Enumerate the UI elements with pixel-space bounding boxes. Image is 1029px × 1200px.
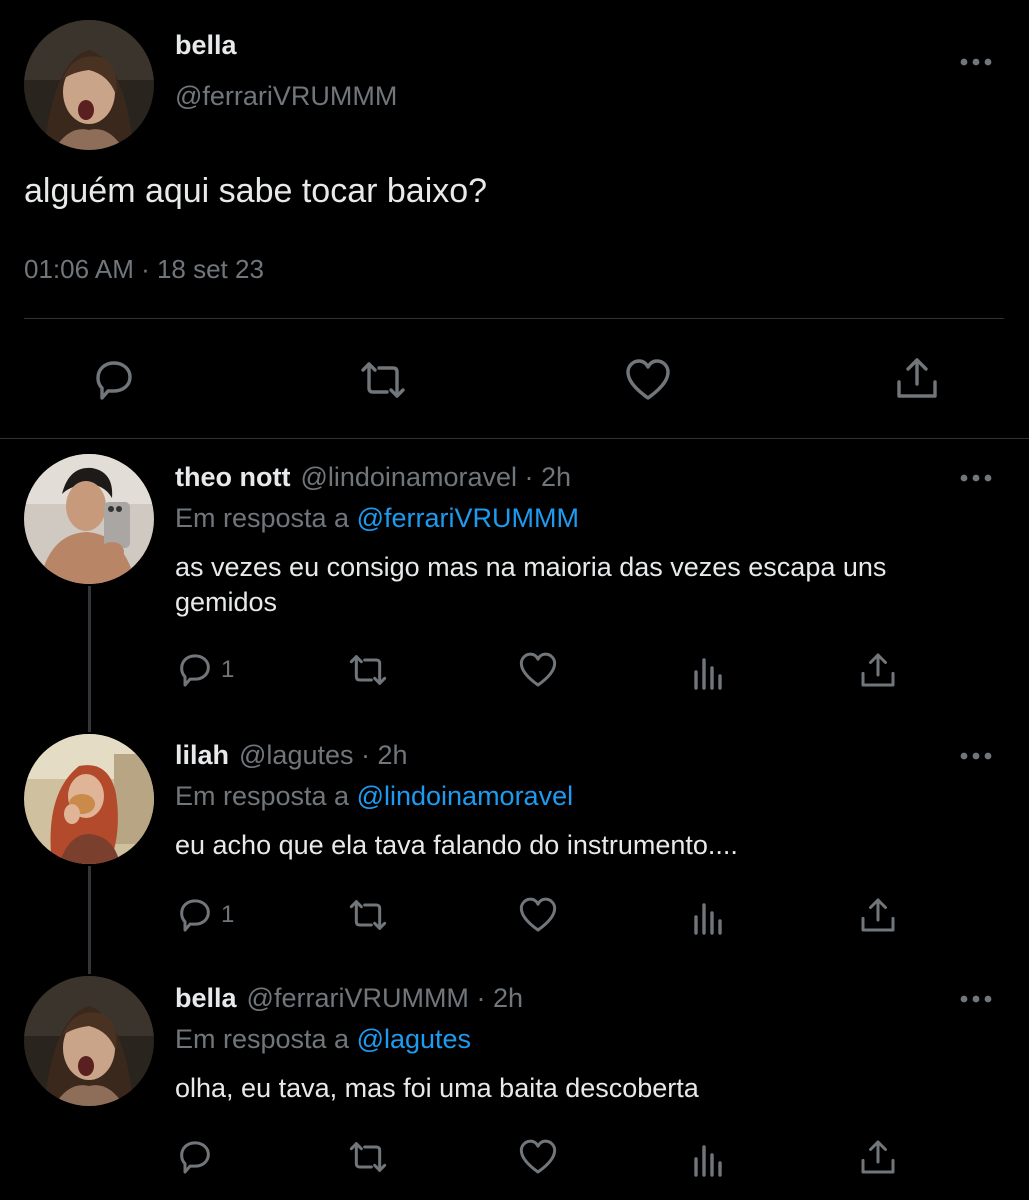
reply-icon: [90, 356, 138, 404]
heart-icon: [518, 895, 558, 935]
reply-text: eu acho que ela tava falando do instrume…: [175, 830, 738, 860]
replying-to-label: Em resposta a: [175, 781, 357, 811]
author-handle[interactable]: @lagutes: [239, 740, 353, 770]
share-button[interactable]: [893, 354, 941, 402]
share-icon: [858, 1137, 898, 1177]
reply-text: olha, eu tava, mas foi uma baita descobe…: [175, 1073, 699, 1103]
analytics-button[interactable]: [690, 652, 730, 692]
reply-button[interactable]: [175, 1137, 221, 1177]
reply-button[interactable]: [90, 356, 138, 404]
reply-time[interactable]: 2h: [493, 983, 523, 1013]
tweet-timestamp[interactable]: 01:06 AM · 18 set 23: [24, 254, 264, 285]
more-options-icon[interactable]: [956, 987, 996, 1011]
reply-time[interactable]: 2h: [378, 740, 408, 770]
author-handle[interactable]: @ferrariVRUMMM: [175, 81, 397, 112]
more-options-icon[interactable]: [956, 466, 996, 490]
author-name[interactable]: bella: [175, 30, 237, 61]
replying-to-label: Em resposta a: [175, 1024, 357, 1054]
divider: [0, 438, 1029, 439]
share-icon: [858, 895, 898, 935]
analytics-button[interactable]: [690, 1139, 730, 1179]
heart-icon: [518, 1137, 558, 1177]
more-options-icon[interactable]: [956, 50, 996, 74]
divider: [24, 318, 1004, 319]
analytics-icon: [690, 1139, 730, 1179]
retweet-button[interactable]: [346, 895, 390, 935]
share-icon: [893, 354, 941, 402]
reply-button[interactable]: 1: [175, 895, 234, 935]
retweet-button[interactable]: [346, 1137, 390, 1177]
thread-line: [88, 586, 91, 732]
like-button[interactable]: [518, 895, 558, 935]
analytics-icon: [690, 652, 730, 692]
avatar[interactable]: [24, 454, 154, 584]
mention-link[interactable]: @lindoinamoravel: [357, 781, 574, 811]
heart-icon: [624, 356, 672, 404]
reply-text: as vezes eu consigo mas na maioria das v…: [175, 552, 887, 617]
reply-icon: [175, 650, 215, 690]
separator-dot: ·: [516, 462, 541, 492]
replying-to: Em resposta a @ferrariVRUMMM: [175, 503, 579, 534]
reply-header: theo nott @lindoinamoravel · 2h: [175, 462, 571, 493]
analytics-icon: [690, 897, 730, 937]
share-button[interactable]: [858, 650, 898, 690]
share-button[interactable]: [858, 1137, 898, 1177]
tweet-text: alguém aqui sabe tocar baixo?: [24, 172, 488, 210]
reply-header: bella @ferrariVRUMMM · 2h: [175, 983, 523, 1014]
replying-to: Em resposta a @lindoinamoravel: [175, 781, 573, 812]
reply-header: lilah @lagutes · 2h: [175, 740, 408, 771]
reply-icon: [175, 895, 215, 935]
separator-dot: ·: [468, 983, 493, 1013]
mention-link[interactable]: @ferrariVRUMMM: [357, 503, 579, 533]
author-handle[interactable]: @lindoinamoravel: [300, 462, 517, 492]
retweet-icon: [357, 356, 409, 404]
share-button[interactable]: [858, 895, 898, 935]
retweet-icon: [346, 1137, 390, 1177]
author-name[interactable]: lilah: [175, 740, 229, 770]
like-button[interactable]: [518, 1137, 558, 1177]
like-button[interactable]: [624, 356, 672, 404]
retweet-button[interactable]: [357, 356, 409, 404]
analytics-button[interactable]: [690, 897, 730, 937]
share-icon: [858, 650, 898, 690]
mention-link[interactable]: @lagutes: [357, 1024, 471, 1054]
thread-line: [88, 866, 91, 974]
avatar[interactable]: [24, 20, 154, 150]
replying-to-label: Em resposta a: [175, 503, 357, 533]
like-button[interactable]: [518, 650, 558, 690]
author-handle[interactable]: @ferrariVRUMMM: [247, 983, 469, 1013]
author-name[interactable]: theo nott: [175, 462, 290, 492]
tweet-thread-page: bella @ferrariVRUMMM alguém aqui sabe to…: [0, 0, 1029, 1200]
avatar[interactable]: [24, 976, 154, 1106]
avatar[interactable]: [24, 734, 154, 864]
separator-dot: ·: [353, 740, 378, 770]
reply-button[interactable]: 1: [175, 650, 234, 690]
reply-icon: [175, 1137, 215, 1177]
heart-icon: [518, 650, 558, 690]
retweet-icon: [346, 895, 390, 935]
reply-count: 1: [221, 656, 235, 683]
reply-count: 1: [221, 901, 235, 928]
retweet-button[interactable]: [346, 650, 390, 690]
retweet-icon: [346, 650, 390, 690]
author-name[interactable]: bella: [175, 983, 237, 1013]
more-options-icon[interactable]: [956, 744, 996, 768]
replying-to: Em resposta a @lagutes: [175, 1024, 471, 1055]
reply-time[interactable]: 2h: [541, 462, 571, 492]
